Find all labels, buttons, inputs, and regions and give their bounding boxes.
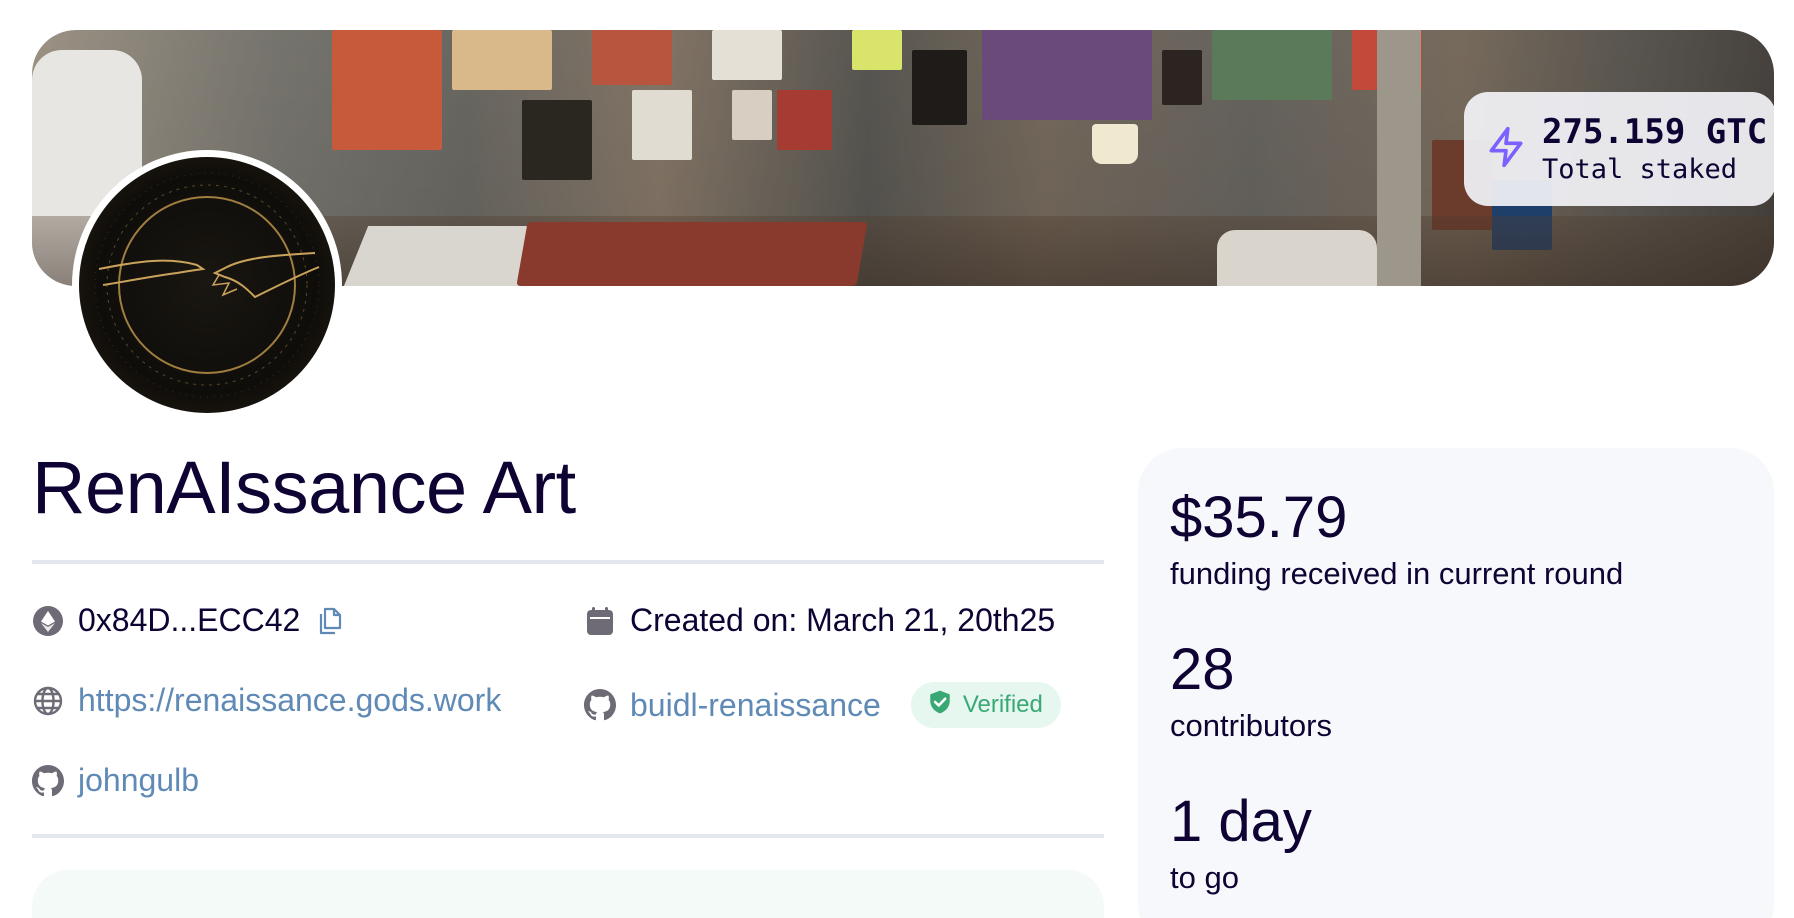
total-staked-amount: 275.159 GTC bbox=[1542, 112, 1768, 152]
project-github-row: buidl-renaissance Verified bbox=[584, 682, 1061, 728]
total-staked-badge: 275.159 GTC Total staked bbox=[1464, 92, 1774, 206]
globe-icon bbox=[32, 685, 64, 717]
funding-amount: $35.79 bbox=[1170, 485, 1348, 550]
wallet-address: 0x84D...ECC42 bbox=[78, 602, 301, 638]
divider bbox=[32, 834, 1104, 838]
time-left: 1 day bbox=[1170, 789, 1312, 854]
project-github-link[interactable]: buidl-renaissance bbox=[630, 687, 881, 724]
verified-badge: Verified bbox=[910, 682, 1061, 728]
wallet-address-row: 0x84D...ECC42 bbox=[32, 602, 346, 639]
user-github-row: johngulb bbox=[32, 762, 199, 799]
shield-check-icon bbox=[927, 689, 953, 722]
funding-stats-panel: $35.79 funding received in current round… bbox=[1138, 448, 1774, 918]
description-card bbox=[32, 870, 1104, 918]
contributors-label: contributors bbox=[1170, 708, 1332, 743]
divider bbox=[32, 560, 1104, 564]
project-avatar bbox=[72, 150, 342, 420]
github-icon bbox=[32, 764, 64, 797]
copy-icon[interactable] bbox=[314, 605, 346, 637]
total-staked-label: Total staked bbox=[1542, 154, 1738, 185]
ethereum-icon bbox=[32, 605, 64, 637]
contributors-count: 28 bbox=[1170, 637, 1235, 702]
website-link[interactable]: https://renaissance.gods.work bbox=[78, 682, 501, 719]
created-on-date: Created on: March 21, 20th25 bbox=[630, 602, 1056, 638]
user-github-link[interactable]: johngulb bbox=[78, 762, 199, 799]
funding-label: funding received in current round bbox=[1170, 556, 1624, 591]
verified-label: Verified bbox=[962, 691, 1043, 718]
calendar-icon bbox=[584, 605, 616, 637]
website-row: https://renaissance.gods.work bbox=[32, 682, 501, 719]
github-icon bbox=[584, 689, 616, 721]
lightning-bolt-icon bbox=[1484, 125, 1528, 174]
created-on-row: Created on: March 21, 20th25 bbox=[584, 602, 1055, 639]
project-title: RenAIssance Art bbox=[32, 446, 576, 529]
time-left-label: to go bbox=[1170, 860, 1239, 895]
